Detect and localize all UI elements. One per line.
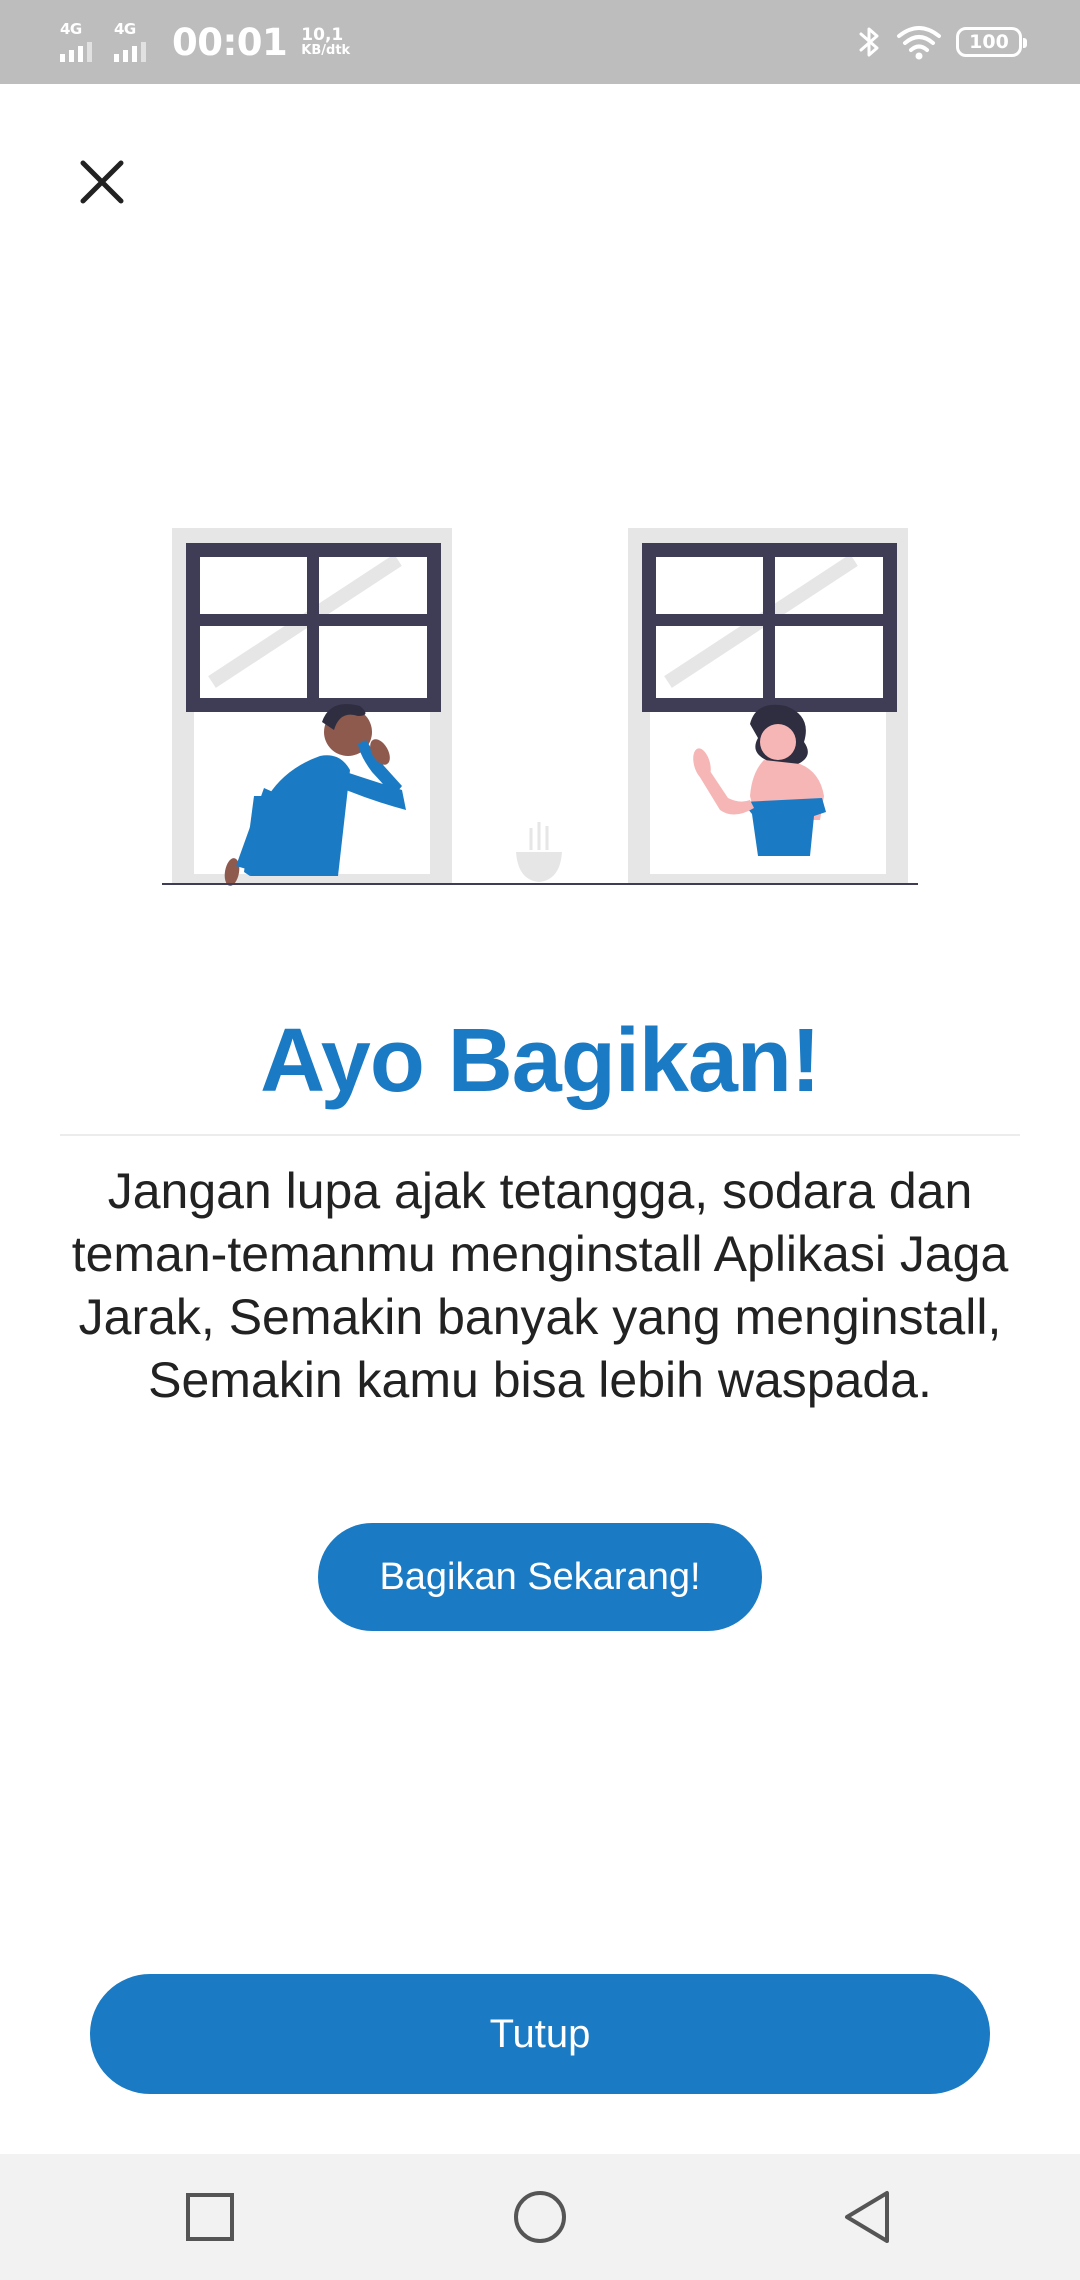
back-button[interactable]	[834, 2184, 900, 2250]
network-type-label: 4G	[114, 20, 136, 38]
share-illustration	[150, 520, 930, 900]
home-button[interactable]	[507, 2184, 573, 2250]
battery-level: 100	[969, 31, 1009, 53]
battery-icon: 100	[956, 27, 1027, 57]
share-now-button[interactable]: Bagikan Sekarang!	[318, 1523, 762, 1631]
description-text: Jangan lupa ajak tetangga, sodara dan te…	[71, 1163, 1009, 1408]
signal-bars-icon	[60, 42, 92, 62]
status-time: 00:01	[172, 20, 288, 64]
status-bar: 4G 4G 00:01 10,1 KB/dtk 100	[0, 0, 1080, 84]
wifi-icon	[897, 26, 941, 60]
page-title: Ayo Bagikan!	[260, 1011, 821, 1111]
network-speed-value: 10,1	[301, 25, 344, 45]
bluetooth-icon	[859, 27, 879, 57]
system-nav-bar	[0, 2154, 1080, 2280]
status-bar-left: 4G 4G 00:01 10,1 KB/dtk	[58, 0, 350, 84]
cellular-signal-2: 4G	[112, 18, 158, 66]
title-divider	[60, 1134, 1020, 1136]
close-dialog-button[interactable]: Tutup	[90, 1974, 990, 2094]
close-icon	[80, 160, 124, 204]
network-type-label: 4G	[60, 20, 82, 38]
recent-apps-button[interactable]	[177, 2184, 243, 2250]
home-icon	[514, 2191, 566, 2243]
cellular-signal-1: 4G	[58, 18, 104, 66]
recent-apps-icon	[186, 2193, 234, 2241]
share-now-label: Bagikan Sekarang!	[379, 1555, 701, 1598]
close-dialog-label: Tutup	[489, 2011, 591, 2056]
close-button[interactable]	[70, 150, 134, 214]
back-icon	[845, 2191, 889, 2243]
signal-bars-icon	[114, 42, 146, 62]
network-speed: 10,1 KB/dtk	[301, 25, 351, 58]
neighbors-at-windows-illustration	[162, 528, 918, 886]
status-bar-right: 100	[858, 0, 1027, 84]
network-speed-unit: KB/dtk	[301, 43, 351, 58]
